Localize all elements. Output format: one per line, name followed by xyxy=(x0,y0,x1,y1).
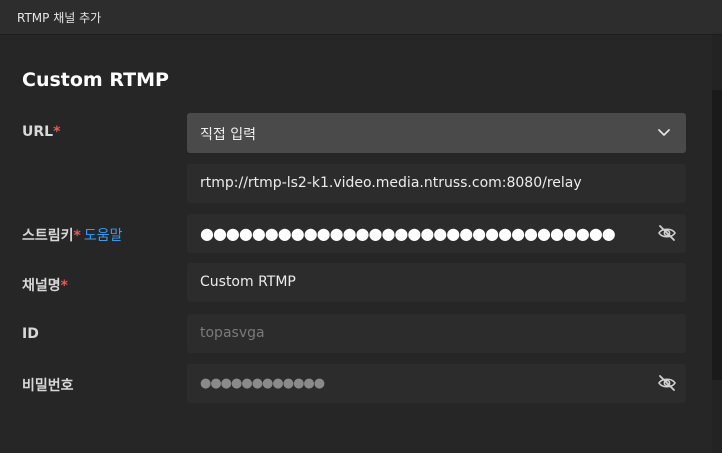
password-placeholder: ●●●●●●●●●●●● xyxy=(200,376,325,391)
url-type-select[interactable]: 직접 입력 xyxy=(187,113,686,153)
id-label: ID xyxy=(22,326,39,342)
password-label: 비밀번호 xyxy=(22,378,74,394)
stream-key-label-text: 스트림키 xyxy=(22,228,74,244)
channel-name-label: 채널명* xyxy=(22,275,68,295)
required-mark: * xyxy=(53,124,61,140)
url-label: URL* xyxy=(22,124,60,140)
stream-key-input[interactable]: ●●●●●●●●●●●●●●●●●●●●●●●●●●●●●●●● xyxy=(187,214,686,253)
channel-name-value: Custom RTMP xyxy=(200,274,296,290)
title-bar: RTMP 채널 추가 xyxy=(0,0,722,35)
url-type-select-value: 직접 입력 xyxy=(200,127,256,143)
required-mark: * xyxy=(73,228,81,244)
url-input[interactable]: rtmp://rtmp-ls2-k1.video.media.ntruss.co… xyxy=(187,164,686,203)
stream-key-masked-value: ●●●●●●●●●●●●●●●●●●●●●●●●●●●●●●●● xyxy=(200,224,616,243)
window-title: RTMP 채널 추가 xyxy=(17,11,102,25)
stream-key-label: 스트림키* 도움말 xyxy=(22,225,123,245)
form-heading: Custom RTMP xyxy=(22,69,169,91)
id-input[interactable]: topasvga xyxy=(187,314,686,353)
eye-off-icon[interactable] xyxy=(657,224,677,242)
url-label-text: URL xyxy=(22,124,54,140)
url-input-value: rtmp://rtmp-ls2-k1.video.media.ntruss.co… xyxy=(200,175,582,191)
eye-off-icon[interactable] xyxy=(657,374,677,392)
password-input[interactable]: ●●●●●●●●●●●● xyxy=(187,364,686,403)
help-link[interactable]: 도움말 xyxy=(84,228,123,244)
channel-name-label-text: 채널명 xyxy=(22,278,61,294)
scrollbar-thumb[interactable] xyxy=(712,90,722,380)
chevron-down-icon xyxy=(658,129,670,136)
id-placeholder: topasvga xyxy=(200,325,265,341)
channel-name-input[interactable]: Custom RTMP xyxy=(187,263,686,302)
required-mark: * xyxy=(60,278,68,294)
